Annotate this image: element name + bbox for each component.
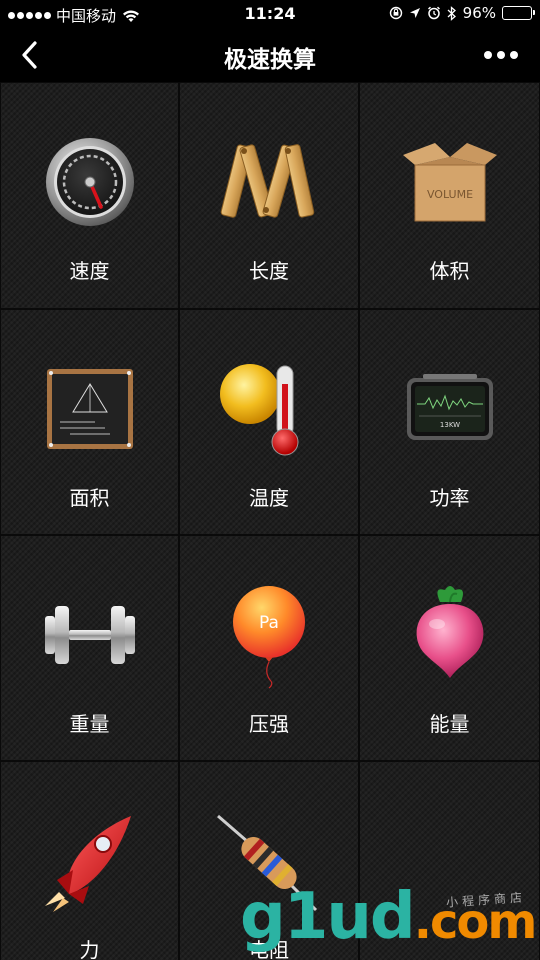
location-icon bbox=[409, 8, 420, 18]
rocket-icon bbox=[44, 816, 131, 912]
dumbbell-icon bbox=[44, 606, 135, 664]
power-meter-text: 13KW bbox=[439, 421, 459, 429]
grid-item-area[interactable]: 面积 bbox=[0, 309, 179, 535]
grid-item-weight[interactable]: 重量 bbox=[0, 535, 179, 761]
bluetooth-icon bbox=[447, 5, 456, 21]
volume-box-text: VOLUME bbox=[426, 188, 472, 201]
balloon-text: Pa bbox=[259, 613, 279, 633]
grid-item-power[interactable]: 13KW 功率 bbox=[359, 309, 540, 535]
grid-item-label: 电阻 bbox=[249, 938, 289, 960]
grid-item-pressure[interactable]: Pa 压强 bbox=[179, 535, 359, 761]
grid-item-temperature[interactable]: 温度 bbox=[179, 309, 359, 535]
grid-item-label: 体积 bbox=[429, 259, 470, 283]
grid-item-label: 速度 bbox=[69, 259, 110, 283]
grid-item-label: 温度 bbox=[249, 486, 289, 510]
resistor-icon bbox=[217, 814, 318, 912]
folding-ruler-icon bbox=[220, 144, 315, 218]
alarm-icon bbox=[427, 6, 440, 20]
status-right: 96% bbox=[389, 4, 535, 22]
grid-item-volume[interactable]: VOLUME 体积 bbox=[359, 82, 540, 309]
nav-bar: 极速换算 bbox=[0, 28, 540, 82]
battery-percent: 96% bbox=[462, 4, 496, 22]
converter-grid: 速度 长度 VOLUME 体积 面积 温度 13KW 功率 重量 Pa 压强 能… bbox=[0, 82, 540, 960]
speedometer-icon bbox=[45, 138, 134, 226]
grid-item-label: 长度 bbox=[249, 259, 289, 283]
grid-item-label: 能量 bbox=[429, 712, 470, 736]
status-bar: 中国移动 11:24 96% bbox=[0, 0, 540, 28]
grid-item-label: 压强 bbox=[249, 712, 289, 736]
grid-item-label: 力 bbox=[79, 938, 100, 960]
rotation-lock-icon bbox=[389, 6, 402, 20]
grid-item-label: 重量 bbox=[69, 712, 110, 736]
thermometer-sun-icon bbox=[220, 364, 299, 456]
volume-box-icon: VOLUME bbox=[402, 143, 497, 222]
battery-icon bbox=[502, 6, 535, 20]
grid-item-length[interactable]: 长度 bbox=[179, 82, 359, 309]
page-title: 极速换算 bbox=[224, 47, 316, 73]
grid-item-force[interactable]: 力 bbox=[0, 761, 179, 960]
more-menu-icon[interactable] bbox=[484, 46, 518, 64]
radish-icon bbox=[416, 586, 483, 678]
grid-item-label: 面积 bbox=[69, 486, 110, 510]
power-meter-icon: 13KW bbox=[406, 374, 493, 440]
blackboard-icon bbox=[46, 369, 133, 449]
grid-item-speed[interactable]: 速度 bbox=[0, 82, 179, 309]
grid-item-resistance[interactable]: 电阻 bbox=[179, 761, 359, 960]
grid-item-empty bbox=[359, 761, 540, 960]
balloon-icon: Pa bbox=[233, 586, 305, 689]
grid-item-label: 功率 bbox=[429, 486, 470, 510]
grid-item-energy[interactable]: 能量 bbox=[359, 535, 540, 761]
